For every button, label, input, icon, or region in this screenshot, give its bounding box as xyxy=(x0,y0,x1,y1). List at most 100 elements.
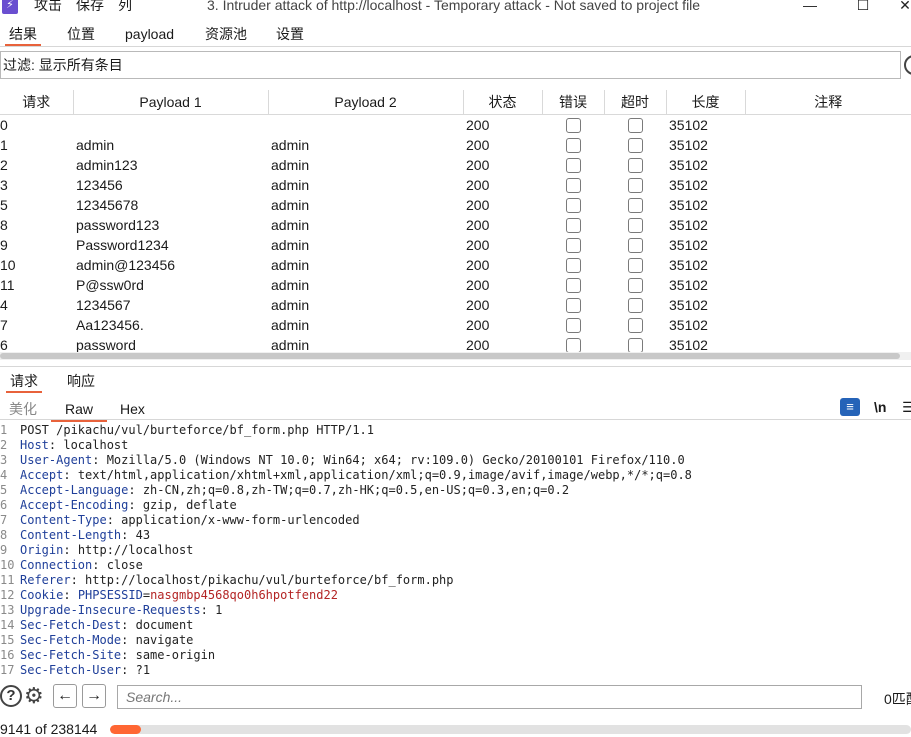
error-checkbox[interactable] xyxy=(566,278,581,294)
timeout-checkbox[interactable] xyxy=(628,158,643,174)
tab-results[interactable]: 结果 xyxy=(5,22,41,46)
col-error[interactable]: 错误 xyxy=(542,90,605,115)
comment-cell xyxy=(745,114,911,135)
tab-positions[interactable]: 位置 xyxy=(67,22,95,46)
col-payload-2[interactable]: Payload 2 xyxy=(268,90,464,115)
header-value: navigate xyxy=(135,633,194,647)
error-checkbox[interactable] xyxy=(566,318,581,334)
payload-1-value: P@ssw0rd xyxy=(76,276,144,293)
request-number: 5 xyxy=(0,196,8,213)
timeout-checkbox[interactable] xyxy=(628,338,643,352)
request-number: 11 xyxy=(0,276,15,293)
menu-save[interactable]: 保存 xyxy=(76,0,104,14)
tab-pretty[interactable]: 美化 xyxy=(9,399,37,419)
col-request[interactable]: 请求 xyxy=(0,90,74,115)
timeout-checkbox[interactable] xyxy=(628,198,643,214)
line-content: Connection: close xyxy=(20,558,143,573)
result-row[interactable]: 1 admin admin 200 35102 xyxy=(0,135,911,155)
header-value: http://localhost xyxy=(77,543,194,557)
show-newlines-button[interactable]: \n xyxy=(874,398,886,416)
line-content: Host: localhost xyxy=(20,438,128,453)
payload-1-value: password xyxy=(76,336,136,353)
close-button[interactable]: ✕ xyxy=(890,0,911,14)
error-checkbox[interactable] xyxy=(566,338,581,352)
tab-settings[interactable]: 设置 xyxy=(276,22,304,46)
cookie-name: PHPSESSID xyxy=(77,588,143,602)
header-value: close xyxy=(106,558,143,572)
help-icon[interactable]: ? xyxy=(0,685,22,707)
search-input[interactable] xyxy=(117,685,862,709)
error-checkbox[interactable] xyxy=(566,138,581,154)
filter-settings-icon[interactable] xyxy=(904,55,911,75)
request-editor[interactable]: 1 POST /pikachu/vul/burteforce/bf_form.ph… xyxy=(0,423,911,677)
header-separator: : xyxy=(63,588,78,602)
timeout-cell xyxy=(604,255,666,275)
gear-icon[interactable]: ⚙ xyxy=(24,685,46,707)
header-value: document xyxy=(135,618,194,632)
error-checkbox[interactable] xyxy=(566,258,581,274)
error-checkbox[interactable] xyxy=(566,118,581,134)
result-row[interactable]: 7 Aa123456. admin 200 35102 xyxy=(0,315,911,335)
col-status[interactable]: 状态 xyxy=(463,90,543,115)
timeout-checkbox[interactable] xyxy=(628,258,643,274)
timeout-checkbox[interactable] xyxy=(628,138,643,154)
timeout-checkbox[interactable] xyxy=(628,318,643,334)
status-code: 200 xyxy=(466,316,490,333)
timeout-checkbox[interactable] xyxy=(628,118,643,134)
request-line: 2 Host: localhost xyxy=(0,438,911,453)
menu-columns[interactable]: 列 xyxy=(118,0,132,14)
error-checkbox[interactable] xyxy=(566,158,581,174)
word-wrap-icon[interactable]: ≡ xyxy=(840,398,860,416)
header-value: same-origin xyxy=(135,648,216,662)
timeout-checkbox[interactable] xyxy=(628,298,643,314)
timeout-cell xyxy=(604,275,666,295)
editor-menu-icon[interactable]: ☰ xyxy=(902,398,911,416)
result-row[interactable]: 2 admin123 admin 200 35102 xyxy=(0,155,911,175)
result-row[interactable]: 3 123456 admin 200 35102 xyxy=(0,175,911,195)
result-row[interactable]: 9 Password1234 admin 200 35102 xyxy=(0,235,911,255)
tab-payloads[interactable]: payload xyxy=(125,22,174,46)
horizontal-scrollbar[interactable] xyxy=(0,353,900,359)
result-row[interactable]: 5 12345678 admin 200 35102 xyxy=(0,195,911,215)
previous-match-button[interactable]: ← xyxy=(53,684,77,708)
request-line: 17 Sec-Fetch-User: ?1 xyxy=(0,663,911,677)
col-payload-1[interactable]: Payload 1 xyxy=(73,90,269,115)
maximize-button[interactable]: ☐ xyxy=(848,0,878,14)
timeout-cell xyxy=(604,195,666,215)
timeout-checkbox[interactable] xyxy=(628,178,643,194)
line-content: Origin: http://localhost xyxy=(20,543,193,558)
result-row[interactable]: 11 P@ssw0rd admin 200 35102 xyxy=(0,275,911,295)
payload-1-value: 1234567 xyxy=(76,296,131,313)
line-number: 2 xyxy=(0,438,8,452)
filter-bar[interactable]: 过滤: 显示所有条目 xyxy=(0,51,901,79)
menu-attack[interactable]: 攻击 xyxy=(34,0,62,14)
tab-raw[interactable]: Raw xyxy=(50,399,108,422)
timeout-checkbox[interactable] xyxy=(628,218,643,234)
col-comment[interactable]: 注释 xyxy=(745,90,911,115)
tab-hex[interactable]: Hex xyxy=(120,399,145,419)
tab-request[interactable]: 请求 xyxy=(6,371,42,393)
error-checkbox[interactable] xyxy=(566,218,581,234)
minimize-button[interactable]: — xyxy=(795,0,825,14)
header-value: http://localhost/pikachu/vul/burteforce/… xyxy=(85,573,454,587)
request-number: 3 xyxy=(0,176,8,193)
tab-response[interactable]: 响应 xyxy=(67,371,95,391)
result-row[interactable]: 0 200 35102 xyxy=(0,114,911,135)
tab-resource-pool[interactable]: 资源池 xyxy=(205,22,247,46)
col-length[interactable]: 长度 xyxy=(666,90,746,115)
payload-2-value: admin xyxy=(271,216,310,233)
line-content: Sec-Fetch-Site: same-origin xyxy=(20,648,215,663)
result-row[interactable]: 6 password admin 200 35102 xyxy=(0,335,911,353)
result-row[interactable]: 4 1234567 admin 200 35102 xyxy=(0,295,911,315)
result-row[interactable]: 8 password123 admin 200 35102 xyxy=(0,215,911,235)
timeout-checkbox[interactable] xyxy=(628,238,643,254)
error-checkbox[interactable] xyxy=(566,238,581,254)
next-match-button[interactable]: → xyxy=(82,684,106,708)
error-checkbox[interactable] xyxy=(566,178,581,194)
result-row[interactable]: 10 admin@123456 admin 200 35102 xyxy=(0,255,911,275)
error-checkbox[interactable] xyxy=(566,198,581,214)
col-timeout[interactable]: 超时 xyxy=(604,90,667,115)
timeout-checkbox[interactable] xyxy=(628,278,643,294)
error-checkbox[interactable] xyxy=(566,298,581,314)
status-bar: 9141 of 238144 xyxy=(0,719,911,737)
